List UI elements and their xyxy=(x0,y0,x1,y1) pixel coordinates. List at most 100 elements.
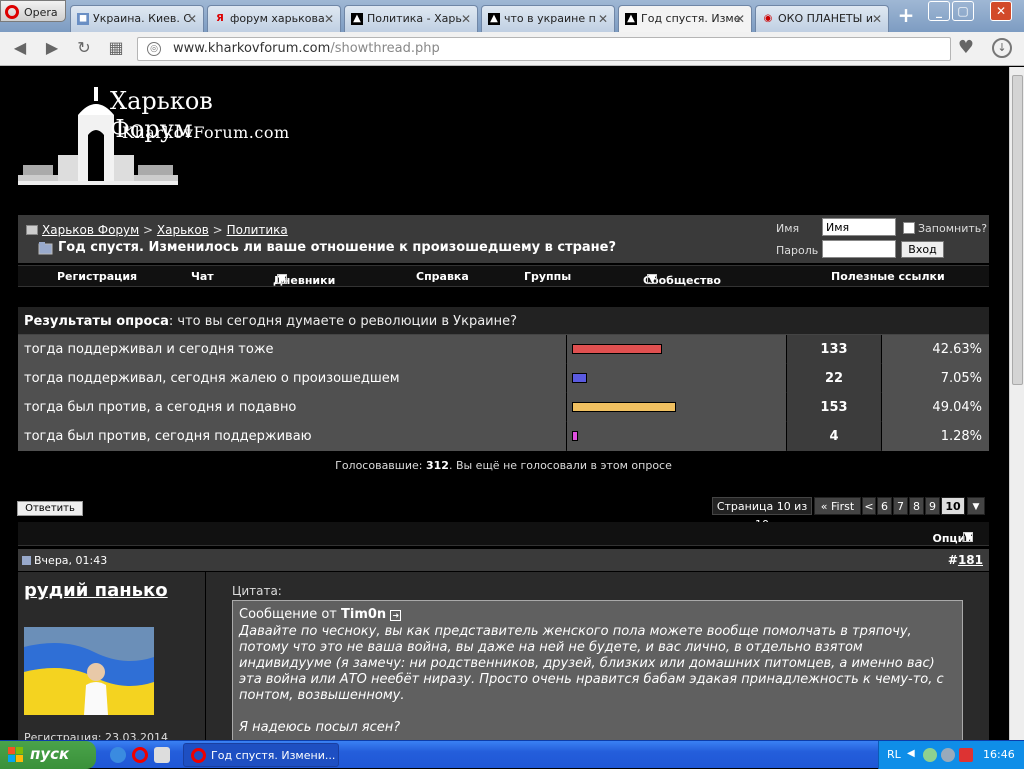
start-label: пуск xyxy=(30,745,70,763)
avatar[interactable] xyxy=(24,627,154,715)
tab-god-spustya[interactable]: ▲ Год спустя. Изме ✕ xyxy=(618,5,752,33)
menu-item-registration[interactable]: Регистрация xyxy=(57,270,137,283)
tab-label: ОКО ПЛАНЕТЫ и xyxy=(778,12,873,25)
poll-bar-cell xyxy=(567,364,786,393)
opera-menu-label: Opera xyxy=(24,6,58,19)
page-prev-link[interactable]: < xyxy=(862,497,876,515)
close-icon[interactable]: ✕ xyxy=(598,12,608,26)
page-link[interactable]: 8 xyxy=(909,497,924,515)
window-close-icon[interactable]: ✕ xyxy=(990,1,1012,21)
dropdown-arrow-icon: ▼ xyxy=(647,272,657,285)
tray-expand-icon[interactable]: ◀ xyxy=(907,748,915,759)
tab-forum-kharkova[interactable]: Я форум харькова ✕ xyxy=(207,5,341,32)
post-username-link[interactable]: рудий панько xyxy=(24,580,168,601)
close-icon[interactable]: ✕ xyxy=(324,12,334,26)
network-tray-icon[interactable] xyxy=(923,748,937,762)
site-logo[interactable]: Харьков Форум KharkovForum.com xyxy=(18,85,298,197)
ie-quicklaunch-icon[interactable] xyxy=(110,747,126,763)
language-indicator[interactable]: RL xyxy=(887,748,901,761)
page-link[interactable]: 7 xyxy=(893,497,908,515)
view-post-arrow-icon[interactable]: ➜ xyxy=(390,610,402,621)
username-input[interactable] xyxy=(822,218,896,236)
heart-bookmark-icon[interactable]: ♥ xyxy=(956,38,976,58)
poll-heading-label: Результаты опроса xyxy=(24,314,169,329)
reload-icon[interactable]: ↻ xyxy=(74,38,94,58)
eye-favicon-icon: ◉ xyxy=(763,13,773,24)
page-link[interactable]: 6 xyxy=(877,497,892,515)
download-icon[interactable]: ↓ xyxy=(992,38,1012,58)
poll-bar xyxy=(572,373,587,383)
thread-header: Харьков Форум > Харьков > Политика Год с… xyxy=(18,215,772,263)
address-bar[interactable]: ◎ www.kharkovforum.com/showthread.php xyxy=(137,37,951,61)
poll-question: : что вы сегодня думаете о революции в У… xyxy=(168,314,518,329)
voters-note: . Вы ещё не голосовали в этом опросе xyxy=(448,459,672,472)
tab-ukraine-kiev[interactable]: ◼ Украина. Киев. С ✕ xyxy=(70,5,204,32)
page-first-link[interactable]: « First xyxy=(814,497,861,515)
poll-option-label: тогда был против, сегодня поддерживаю xyxy=(18,422,566,451)
breadcrumb-politika-link[interactable]: Политика xyxy=(227,223,288,237)
post-number-link[interactable]: 181 xyxy=(958,553,983,567)
quote-tail: Я надеюсь посыл ясен? xyxy=(239,720,401,735)
globe-icon: ◎ xyxy=(147,42,161,56)
close-icon[interactable]: ✕ xyxy=(735,12,745,26)
post-registration: Регистрация: 23.03.2014 xyxy=(24,731,168,740)
tab-chto-v-ukraine[interactable]: ▲ что в украине п ✕ xyxy=(481,5,615,32)
taskbar-window-opera[interactable]: Год спустя. Измени... xyxy=(183,743,339,767)
new-tab-plus-icon[interactable]: + xyxy=(895,4,917,26)
page-scrollbar[interactable] xyxy=(1009,67,1024,740)
breadcrumb-home-link[interactable]: Харьков Форум xyxy=(42,223,139,237)
quote-line: потому что это не ваша война, вы даже на… xyxy=(239,640,863,655)
poll-option-label: тогда поддерживал, сегодня жалею о произ… xyxy=(18,364,566,393)
menu-item-help[interactable]: Справка xyxy=(416,270,469,283)
page-current: 10 xyxy=(941,497,965,515)
start-button[interactable]: пуск xyxy=(0,741,96,769)
back-arrow-icon[interactable]: ◀ xyxy=(10,38,30,58)
yandex-favicon-icon: Я xyxy=(216,13,224,24)
reply-button[interactable]: Ответить xyxy=(17,501,83,516)
breadcrumb: Харьков Форум > Харьков > Политика xyxy=(26,223,288,237)
close-icon[interactable]: ✕ xyxy=(461,12,471,26)
post-user-info: рудий панько Регистрация: 23.03.2014 xyxy=(18,572,205,740)
page-jump-dropdown-icon[interactable]: ▼ xyxy=(967,497,985,515)
forward-arrow-icon[interactable]: ▶ xyxy=(42,38,62,58)
page-favicon-icon: ◼ xyxy=(77,13,89,25)
maximize-icon[interactable]: ▢ xyxy=(952,1,974,21)
antivirus-tray-icon[interactable] xyxy=(959,748,973,762)
thread-options-bar: Опции темы▼ xyxy=(18,522,989,558)
menu-item-useful-links[interactable]: Полезные ссылки xyxy=(831,270,945,283)
quote-author: Tim0n xyxy=(341,607,387,622)
poll-voters-summary: Голосовавшие: 312. Вы ещё не голосовали … xyxy=(18,459,989,472)
opera-quicklaunch-icon[interactable] xyxy=(132,747,148,763)
minimize-icon[interactable]: _ xyxy=(928,1,950,21)
browser-nav-bar: ◀ ▶ ↻ ▦ ◎ www.kharkovforum.com/showthrea… xyxy=(0,32,1024,66)
remember-checkbox[interactable] xyxy=(903,222,915,234)
tab-oko-planety[interactable]: ◉ ОКО ПЛАНЕТЫ и ✕ xyxy=(755,5,889,32)
poll-percent: 7.05% xyxy=(882,364,989,393)
tab-politika[interactable]: ▲ Политика - Харь ✕ xyxy=(344,5,478,32)
breadcrumb-separator: > xyxy=(212,223,223,237)
menu-item-groups[interactable]: Группы xyxy=(524,270,571,283)
remember-label: Запомнить? xyxy=(918,222,988,235)
windows-flag-icon xyxy=(8,747,23,762)
close-icon[interactable]: ✕ xyxy=(872,12,882,26)
breadcrumb-kharkov-link[interactable]: Харьков xyxy=(157,223,209,237)
desktop-quicklaunch-icon[interactable] xyxy=(154,747,170,763)
username-label: Имя xyxy=(776,222,800,235)
opera-menu-button[interactable]: Opera xyxy=(0,0,66,22)
close-icon[interactable]: ✕ xyxy=(187,12,197,26)
chrome-tray-icon[interactable] xyxy=(941,748,955,762)
quote-line: эта война или АТО неебёт ниразу. Просто … xyxy=(239,672,944,687)
poll-option-label: тогда поддерживал и сегодня тоже xyxy=(18,335,566,364)
poll-rows: тогда поддерживал и сегодня тоже 133 42.… xyxy=(18,335,989,451)
breadcrumb-separator: > xyxy=(143,223,154,237)
poll-option-row: тогда поддерживал и сегодня тоже 133 42.… xyxy=(18,335,989,364)
menu-item-chat[interactable]: Чат xyxy=(191,270,214,283)
speed-dial-grid-icon[interactable]: ▦ xyxy=(106,38,126,58)
thread-title: Год спустя. Изменилось ли ваше отношение… xyxy=(58,240,617,255)
scrollbar-thumb[interactable] xyxy=(1012,75,1023,385)
post-number: #181 xyxy=(948,553,983,567)
password-input[interactable] xyxy=(822,240,896,258)
page-link[interactable]: 9 xyxy=(925,497,940,515)
ukraine-flag-avatar-icon xyxy=(24,627,154,715)
login-button[interactable]: Вход xyxy=(901,241,944,258)
